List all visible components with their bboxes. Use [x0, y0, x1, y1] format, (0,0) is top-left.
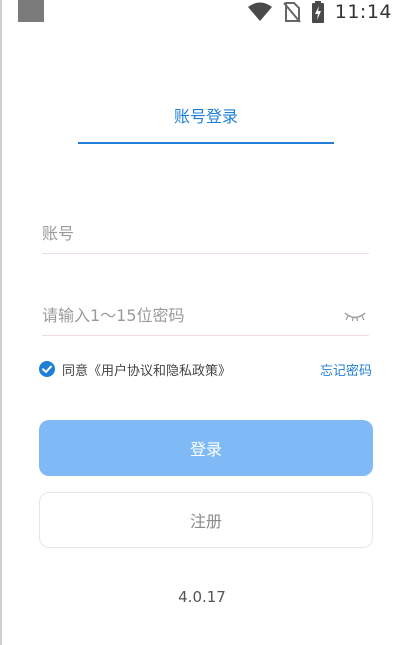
login-screen: 11:14 账号登录 同意《用户协议和隐私政策》 忘记密码 登录 注册 4.0.… [0, 0, 402, 645]
checkbox-checked-icon[interactable] [39, 361, 55, 377]
password-field [42, 296, 369, 336]
agreement-link[interactable]: 同意《用户协议和隐私政策》 [62, 360, 231, 379]
status-icons: 11:14 [247, 0, 392, 24]
tab-active-indicator [78, 142, 334, 144]
tab-account-login-label: 账号登录 [173, 107, 238, 126]
register-button[interactable]: 注册 [39, 492, 373, 548]
app-version: 4.0.17 [178, 588, 226, 606]
status-clock: 11:14 [334, 1, 392, 23]
battery-charging-icon [311, 1, 324, 23]
status-bar: 11:14 [2, 0, 402, 26]
tab-account-login[interactable]: 账号登录 [78, 100, 334, 144]
password-input[interactable] [42, 296, 369, 335]
account-field [42, 214, 369, 254]
login-button[interactable]: 登录 [39, 420, 373, 476]
agreement-row: 同意《用户协议和隐私政策》 忘记密码 [39, 358, 372, 380]
no-sim-icon [282, 2, 301, 23]
wifi-icon [247, 2, 272, 21]
forgot-password-link[interactable]: 忘记密码 [320, 360, 372, 379]
notification-square-icon [18, 0, 44, 22]
eye-closed-icon[interactable] [343, 310, 367, 322]
account-input[interactable] [42, 214, 369, 253]
